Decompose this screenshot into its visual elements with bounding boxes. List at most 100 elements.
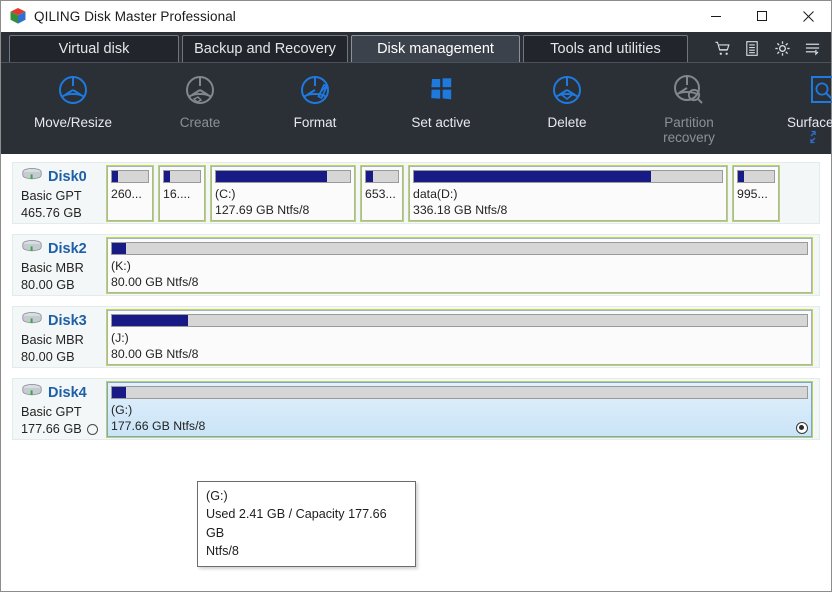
toolbar-button-delete[interactable]: Delete [507,63,627,130]
partition-label: (J:) [111,330,129,345]
minimize-button[interactable] [693,1,739,31]
partition-box[interactable]: 995... [732,164,780,222]
partition-strip: (J:) 80.00 GB Ntfs/8 [106,307,819,367]
maximize-button[interactable] [739,1,785,31]
partition-size: 260... [111,186,142,201]
tab-disk-management[interactable]: Disk management [351,35,520,62]
disk-row[interactable]: Disk4 Basic GPT 177.66 GB (G:) 177.66 GB… [12,378,820,440]
window-title: QILING Disk Master Professional [34,8,236,24]
partition-box[interactable]: 653... [360,164,404,222]
partition-size: 16.... [163,186,191,201]
tab-label: Backup and Recovery [194,41,336,57]
partition-recovery-icon [669,69,709,111]
qiling-cube-logo-icon [9,7,27,25]
disk-icon [21,167,43,187]
usage-bar [215,169,351,183]
partition-size: 80.00 GB Ntfs/8 [111,274,199,289]
tooltip-line-3: Ntfs/8 [206,543,239,558]
partition-strip: 260... 16.... (C:) 127.69 GB Ntfs/8 653.… [106,163,819,223]
partition-tooltip: (G:) Used 2.41 GB / Capacity 177.66 GB N… [197,481,416,567]
menu-icon[interactable] [799,36,825,60]
partition-size: 127.69 GB Ntfs/8 [215,202,310,217]
usage-bar [365,169,399,183]
partition-box[interactable]: (J:) 80.00 GB Ntfs/8 [106,308,813,366]
disk-row[interactable]: Disk2 Basic MBR 80.00 GB (K:) 80.00 GB N… [12,234,820,296]
disk-name: Disk3 [48,313,87,329]
partition-strip: (K:) 80.00 GB Ntfs/8 [106,235,819,295]
delete-icon [547,69,587,111]
toolbar-button-format[interactable]: Format [255,63,375,130]
expand-arrows-icon[interactable] [805,129,821,150]
partition-box[interactable]: (G:) 177.66 GB Ntfs/8 [106,380,813,438]
toolbar-button-label: Format [293,115,337,130]
tab-label: Virtual disk [58,41,130,57]
disk-info: Disk0 Basic GPT 465.76 GB [13,163,106,223]
disk-info: Disk2 Basic MBR 80.00 GB [13,235,106,295]
disk-size: 177.66 GB [21,422,82,437]
toolbar-button-label: Partition recovery [663,115,715,146]
disk-info: Disk3 Basic MBR 80.00 GB [13,307,106,367]
surface-test-icon [803,69,832,111]
tab-label: Tools and utilities [550,41,661,57]
tab-backup-and-recovery[interactable]: Backup and Recovery [182,35,348,62]
action-toolbar: Move/Resize Create Format Set active Del… [1,62,832,154]
partition-label: (K:) [111,258,131,273]
toolbar-button-label: Set active [411,115,471,130]
usage-bar [413,169,723,183]
disk-select-radio[interactable] [86,424,98,436]
toolbar-button-move-resize[interactable]: Move/Resize [1,63,145,130]
toolbar-button-label: Surface test [786,115,832,130]
partition-box[interactable]: 260... [106,164,154,222]
partition-size: 80.00 GB Ntfs/8 [111,346,199,361]
tab-virtual-disk[interactable]: Virtual disk [9,35,179,62]
toolbar-button-label: Delete [547,115,587,130]
tab-tools-and-utilities[interactable]: Tools and utilities [523,35,688,62]
partition-label: (G:) [111,402,133,417]
set-active-icon [421,69,461,111]
toolbar-button-create[interactable]: Create [145,63,255,130]
tab-strip-icons [709,36,825,60]
toolbar-button-partition-recovery[interactable]: Partition recovery [627,63,751,145]
disk-size: 80.00 GB [21,350,75,365]
toolbar-button-surface-test[interactable]: Surface test [751,63,832,130]
usage-bar [111,169,149,183]
partition-strip: (G:) 177.66 GB Ntfs/8 [106,379,819,439]
list-icon[interactable] [739,36,765,60]
disk-type: Basic MBR [21,261,84,275]
disk-name: Disk2 [48,241,87,257]
partition-size: 177.66 GB Ntfs/8 [111,418,206,433]
partition-box[interactable]: data(D:) 336.18 GB Ntfs/8 [408,164,728,222]
partition-size: 995... [737,186,768,201]
partition-label: (C:) [215,186,236,201]
disk-row[interactable]: Disk3 Basic MBR 80.00 GB (J:) 80.00 GB N… [12,306,820,368]
disk-name: Disk0 [48,169,87,185]
tab-label: Disk management [377,41,494,57]
cart-icon[interactable] [709,36,735,60]
disk-size: 465.76 GB [21,206,82,221]
disk-list: Disk0 Basic GPT 465.76 GB 260... 16.... [1,154,831,591]
partition-select-radio[interactable] [796,421,808,434]
window-controls [693,1,831,31]
disk-icon [21,383,43,403]
disk-type: Basic GPT [21,189,82,203]
toolbar-button-label: Create [179,115,221,130]
close-button[interactable] [785,1,831,31]
toolbar-button-set-active[interactable]: Set active [375,63,507,130]
partition-label: data(D:) [413,186,458,201]
disk-icon [21,311,43,331]
create-icon [180,69,220,111]
disk-type: Basic GPT [21,405,82,419]
usage-bar [163,169,201,183]
gear-icon[interactable] [769,36,795,60]
partition-box[interactable]: (C:) 127.69 GB Ntfs/8 [210,164,356,222]
tooltip-line-2: Used 2.41 GB / Capacity 177.66 GB [206,507,387,540]
toolbar-button-label: Move/Resize [33,115,113,130]
usage-bar [737,169,775,183]
partition-box[interactable]: (K:) 80.00 GB Ntfs/8 [106,236,813,294]
usage-bar [111,241,808,255]
format-icon [295,69,335,111]
partition-box[interactable]: 16.... [158,164,206,222]
disk-row[interactable]: Disk0 Basic GPT 465.76 GB 260... 16.... [12,162,820,224]
partition-size: 653... [365,186,396,201]
move-resize-icon [53,69,93,111]
